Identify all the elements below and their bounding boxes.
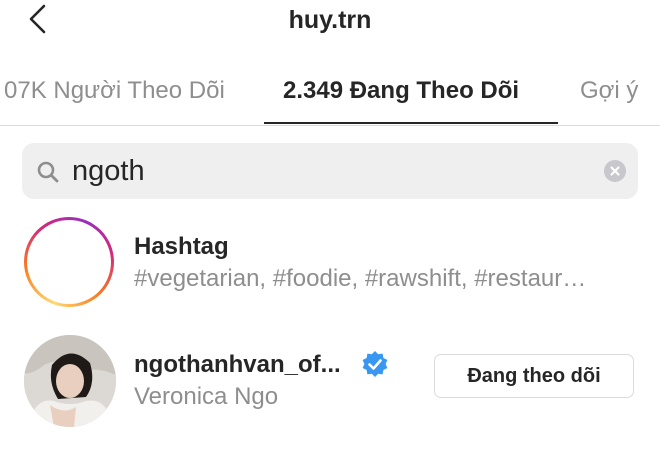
- active-tab-indicator: [264, 122, 558, 124]
- avatar-photo: [24, 335, 116, 427]
- avatar[interactable]: [24, 335, 116, 427]
- search-bar: [22, 143, 638, 199]
- search-icon: [37, 161, 59, 183]
- hashtag-avatar: [24, 217, 114, 307]
- tab-followers[interactable]: 07K Người Theo Dõi: [4, 77, 225, 105]
- verified-badge-icon: [362, 351, 388, 377]
- hashtag-result[interactable]: Hashtag #vegetarian, #foodie, #rawshift,…: [0, 215, 660, 310]
- full-name: Veronica Ngo: [134, 383, 279, 410]
- user-result[interactable]: ngothanhvan_of... Veronica Ngo Đang theo…: [0, 333, 660, 428]
- tab-following[interactable]: 2.349 Đang Theo Dõi: [283, 77, 519, 105]
- tab-bar: 07K Người Theo Dõi 2.349 Đang Theo Dõi G…: [0, 55, 660, 126]
- hashtag-subtitle: #vegetarian, #foodie, #rawshift, #restau…: [134, 265, 587, 292]
- header: huy.trn: [0, 0, 660, 50]
- hashtag-icon: [49, 242, 89, 282]
- hashtag-title: Hashtag: [134, 233, 229, 260]
- following-button[interactable]: Đang theo dõi: [434, 354, 634, 398]
- username: ngothanhvan_of...: [134, 351, 341, 378]
- clear-search-button[interactable]: [604, 160, 626, 182]
- page-title: huy.trn: [288, 6, 372, 34]
- tab-suggestions[interactable]: Gợi ý: [580, 77, 638, 105]
- clear-icon: [610, 166, 620, 176]
- search-input[interactable]: [72, 151, 592, 191]
